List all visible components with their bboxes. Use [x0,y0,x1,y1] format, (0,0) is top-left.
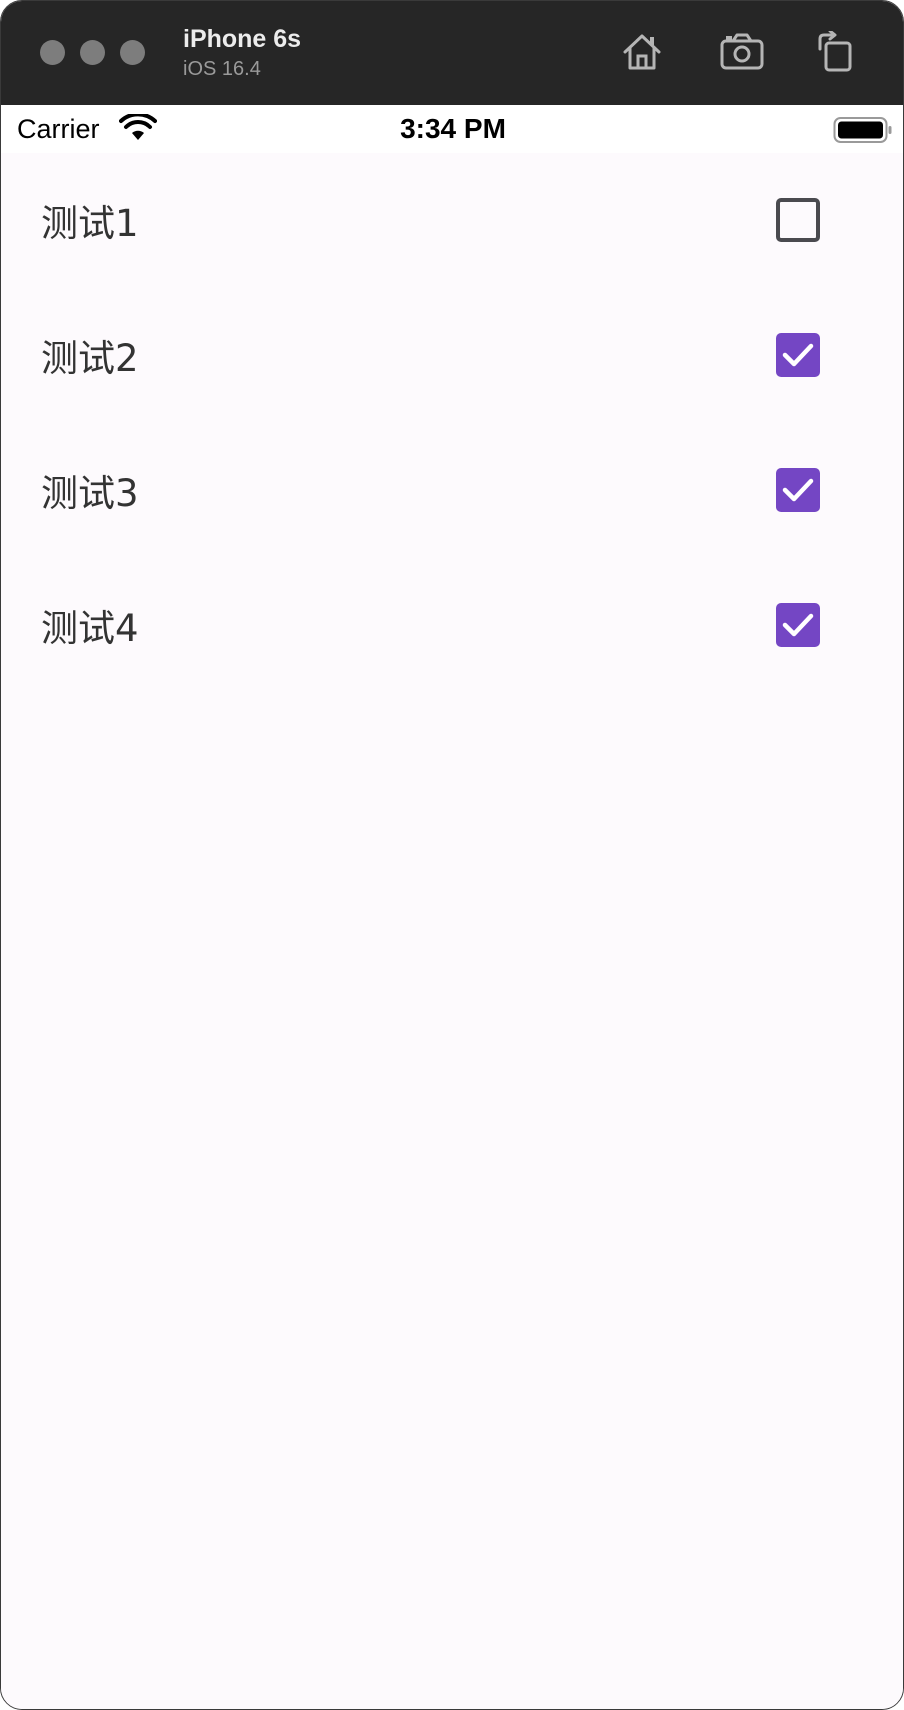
simulator-titlebar: iPhone 6s iOS 16.4 [1,1,903,105]
checkbox-checked[interactable] [776,333,820,377]
checkbox-list: 测试1 测试2 测试3 测试4 [1,153,903,1709]
camera-icon [720,33,764,70]
checkbox-checked[interactable] [776,603,820,647]
home-button[interactable] [619,29,665,75]
list-item[interactable]: 测试4 [1,558,903,693]
list-item[interactable]: 测试1 [1,153,903,288]
close-window-button[interactable] [40,40,65,65]
list-item-label: 测试2 [41,337,139,380]
status-time: 3:34 PM [400,113,506,144]
checkbox-checked[interactable] [776,468,820,512]
zoom-window-button[interactable] [120,40,145,65]
checkmark-icon [782,343,814,367]
home-icon [623,34,661,70]
screenshot-button[interactable] [719,29,765,75]
checkmark-icon [782,478,814,502]
battery-icon [833,117,892,143]
status-bar: Carrier 3:34 PM [1,105,903,153]
list-item-label: 测试1 [41,202,139,245]
list-item[interactable]: 测试2 [1,288,903,423]
list-item-label: 测试4 [41,607,139,650]
minimize-window-button[interactable] [80,40,105,65]
checkmark-icon [782,613,814,637]
simulator-window: iPhone 6s iOS 16.4 Carrier 3:34 PM 测试1 测… [0,0,904,1710]
list-item-label: 测试3 [41,472,139,515]
rotate-button[interactable] [811,29,857,75]
device-os-version: iOS 16.4 [183,58,261,80]
rotate-icon [818,31,852,72]
checkbox-unchecked[interactable] [776,198,820,242]
device-name: iPhone 6s [183,25,302,53]
list-item[interactable]: 测试3 [1,423,903,558]
